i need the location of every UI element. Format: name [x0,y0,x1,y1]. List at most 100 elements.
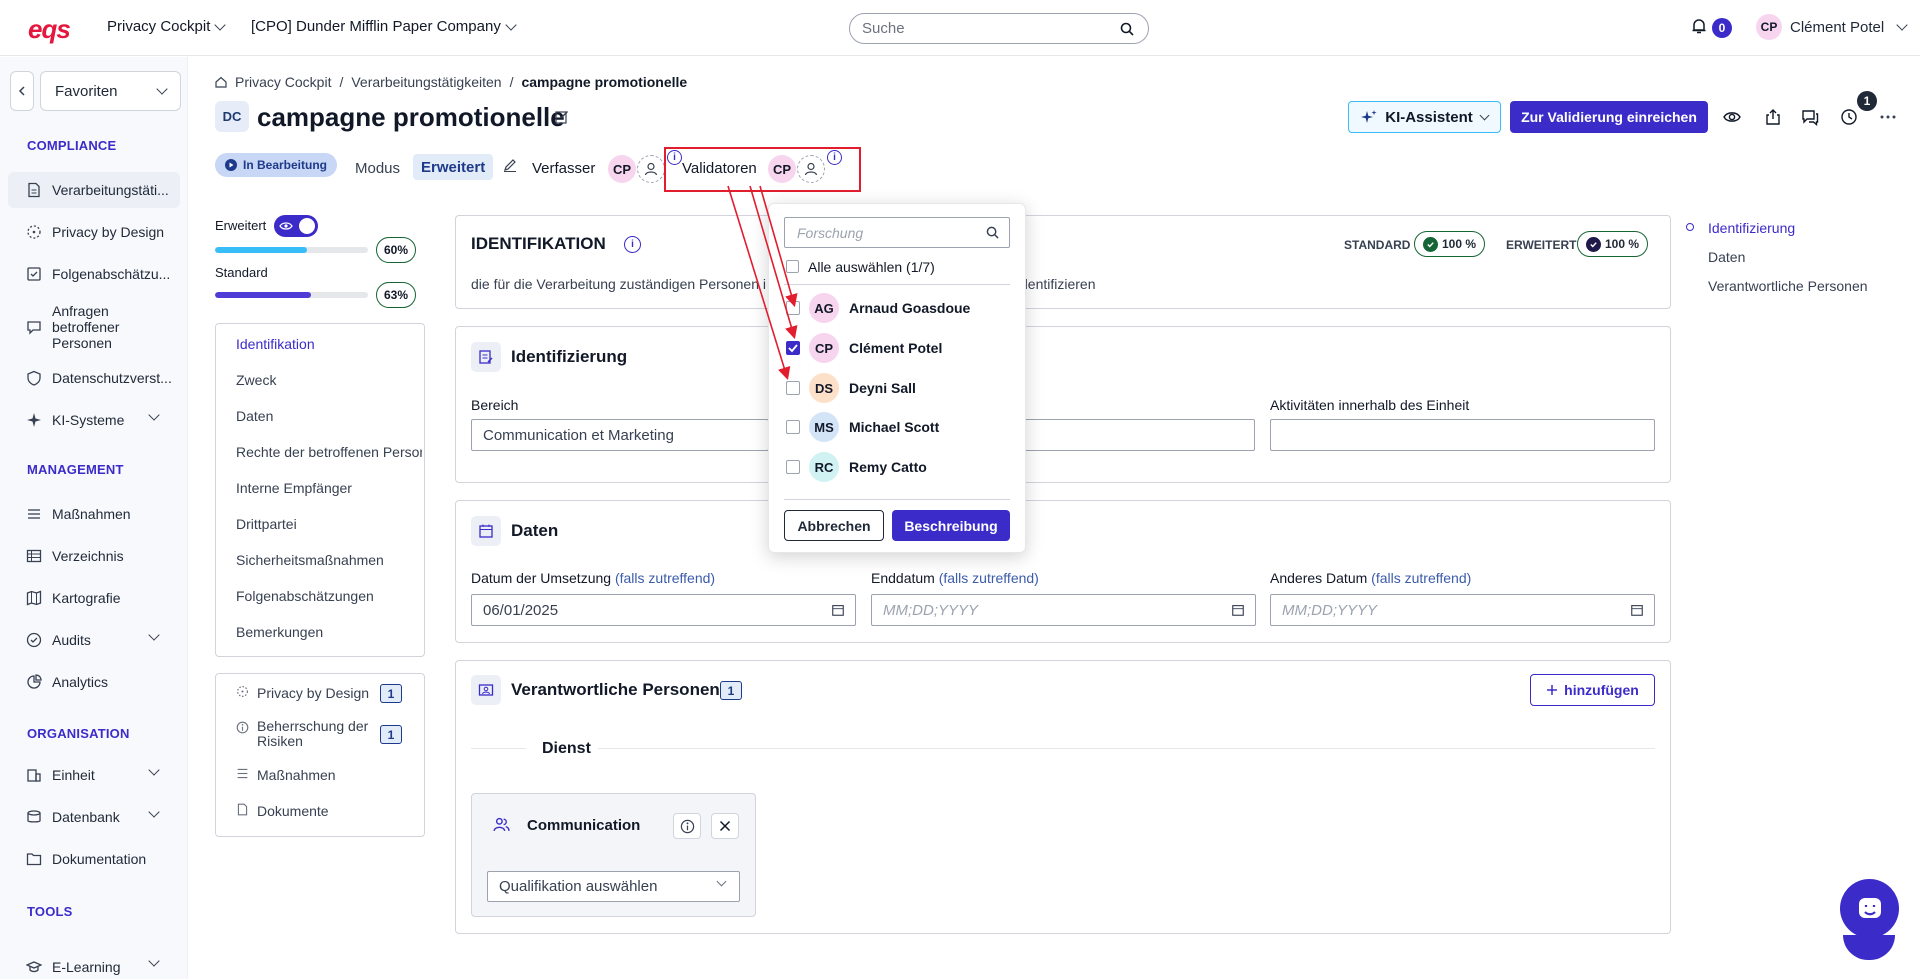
related-risiken[interactable]: Beherrschung der Risiken [236,719,376,749]
add-validator-button[interactable] [797,155,825,183]
bereich-input[interactable]: Communication et Marketing [471,419,769,451]
nav-identifikation[interactable]: Identifikation [236,336,422,352]
submit-validation-button[interactable]: Zur Validierung einreichen [1510,101,1708,133]
unit-input[interactable] [1010,419,1255,451]
person-checkbox[interactable] [786,381,800,395]
nav-folgenabschaetzungen[interactable]: Folgenabschätzungen [236,588,422,604]
nav-interne-empfaenger[interactable]: Interne Empfänger [236,480,422,496]
aktivitaeten-input[interactable] [1270,419,1655,451]
modus-value[interactable]: Erweitert [413,154,494,180]
identifikation-info-icon[interactable]: i [624,236,641,253]
erweitert-toggle[interactable] [274,215,318,237]
sidebar-item-dokumentation[interactable]: Dokumentation [8,841,180,877]
related-massnahmen[interactable]: Maßnahmen [236,767,336,783]
umsetzung-label-text: Datum der Umsetzung [471,570,612,586]
chevron-down-icon [1896,19,1908,31]
standard-progress-fill [215,292,312,298]
comment-icon[interactable] [1801,108,1819,126]
person-option[interactable]: CP Clément Potel [809,333,942,363]
confirm-button[interactable]: Beschreibung [892,510,1010,541]
sidebar-item-privacy-by-design[interactable]: Privacy by Design [8,214,180,250]
nav-daten[interactable]: Daten [236,408,422,424]
info-button[interactable] [673,813,701,839]
info-icon [236,721,249,734]
share-icon[interactable] [1765,108,1781,126]
sidebar-item-einheit[interactable]: Einheit [8,757,180,793]
sidebar-item-e-learning[interactable]: E-Learning [8,955,180,979]
sidebar-item-datenschutz[interactable]: Datenschutzverst... [8,360,180,396]
history-icon[interactable] [1840,108,1858,126]
sidebar-item-label: KI-Systeme [52,412,125,428]
person-option[interactable]: AG Arnaud Goasdoue [809,293,970,323]
breadcrumb-privacy-cockpit[interactable]: Privacy Cockpit [235,74,331,90]
validatoren-info-icon[interactable]: i [827,150,842,165]
person-option[interactable]: RC Remy Catto [809,452,927,482]
enddatum-label: Enddatum (falls zutreffend) [871,570,1039,586]
toc-identifizierung[interactable]: Identifizierung [1708,220,1795,236]
validator-search-input[interactable]: Forschung [784,217,1010,248]
select-all-label[interactable]: Alle auswählen (1/7) [808,259,935,275]
close-icon[interactable] [711,813,739,839]
eqs-logo[interactable]: eqs [28,14,71,45]
collapse-sidebar-button[interactable] [10,71,34,111]
sidebar-item-analytics[interactable]: Analytics [8,664,180,700]
person-option[interactable]: DS Deyni Sall [809,373,916,403]
person-checkbox-checked[interactable] [786,341,800,355]
sidebar-item-kartografie[interactable]: Kartografie [8,580,180,616]
sidebar-item-audits[interactable]: Audits [8,622,180,658]
validator-avatar[interactable]: CP [768,155,796,183]
sidebar-item-ki-systeme[interactable]: KI-Systeme [8,402,180,438]
add-person-button[interactable]: hinzufügen [1530,674,1655,706]
anderes-datum-input[interactable]: MM;DD;YYYY [1270,594,1655,626]
form-icon [471,342,501,372]
nav-bemerkungen[interactable]: Bemerkungen [236,624,422,640]
calendar-icon[interactable] [831,603,845,617]
calendar-icon[interactable] [1630,603,1644,617]
ki-assistent-button[interactable]: KI-Assistent [1348,101,1501,133]
person-option[interactable]: MS Michael Scott [809,412,939,442]
help-chat-button[interactable] [1840,879,1899,938]
sidebar-item-verzeichnis[interactable]: Verzeichnis [8,538,180,574]
notification-count[interactable]: 0 [1712,18,1732,38]
sidebar-item-massnahmen[interactable]: Maßnahmen [8,496,180,532]
identifizierung-title: Identifizierung [511,347,628,366]
edit-title-icon[interactable] [555,110,569,124]
nav-sicherheit[interactable]: Sicherheitsmaßnahmen [236,552,422,568]
more-options-icon[interactable] [1880,115,1896,119]
verfasser-avatar[interactable]: CP [608,155,636,183]
toc-daten[interactable]: Daten [1708,249,1745,265]
pencil-icon[interactable] [503,158,517,172]
person-checkbox[interactable] [786,420,800,434]
sidebar-item-verarbeitung[interactable]: Verarbeitungstäti... [8,172,180,208]
cancel-button[interactable]: Abbrechen [784,510,884,541]
bell-icon[interactable] [1692,18,1706,34]
sidebar-item-datenbank[interactable]: Datenbank [8,799,180,835]
eye-icon[interactable] [1723,108,1741,126]
identifikation-card [455,215,1671,309]
related-privacy-by-design[interactable]: Privacy by Design [236,685,369,701]
nav-drittpartei[interactable]: Drittpartei [236,516,422,532]
toc-verantwortliche[interactable]: Verantwortliche Personen [1708,278,1868,294]
sidebar-item-folgenabschaetzung[interactable]: Folgenabschätzu... [8,256,180,292]
calendar-icon[interactable] [1231,603,1245,617]
breadcrumb-verarbeitung[interactable]: Verarbeitungstätigkeiten [351,74,501,90]
enddatum-input[interactable]: MM;DD;YYYY [871,594,1256,626]
user-menu[interactable]: CP Clément Potel [1756,14,1908,40]
related-dokumente[interactable]: Dokumente [236,803,329,819]
sidebar-item-label: Datenschutzverst... [52,370,172,386]
search-input[interactable]: Suche [849,13,1149,44]
company-menu[interactable]: [CPO] Dunder Mifflin Paper Company [251,18,517,35]
person-checkbox[interactable] [786,460,800,474]
person-checkbox[interactable] [786,301,800,315]
chart-icon [26,674,42,690]
select-all-checkbox[interactable] [786,260,799,273]
nav-zweck[interactable]: Zweck [236,372,422,388]
nav-rechte[interactable]: Rechte der betroffenen Personen [236,444,422,460]
umsetzung-date-input[interactable]: 06/01/2025 [471,594,856,626]
sidebar-item-anfragen[interactable]: Anfragen betroffener Personen [8,302,180,352]
sidebar-item-label: Anfragen betroffener Personen [52,303,120,351]
qualification-select[interactable]: Qualifikation auswählen [487,871,740,902]
add-verfasser-button[interactable] [637,155,665,183]
favorites-select[interactable]: Favoriten [40,71,181,111]
app-menu[interactable]: Privacy Cockpit [107,18,227,35]
